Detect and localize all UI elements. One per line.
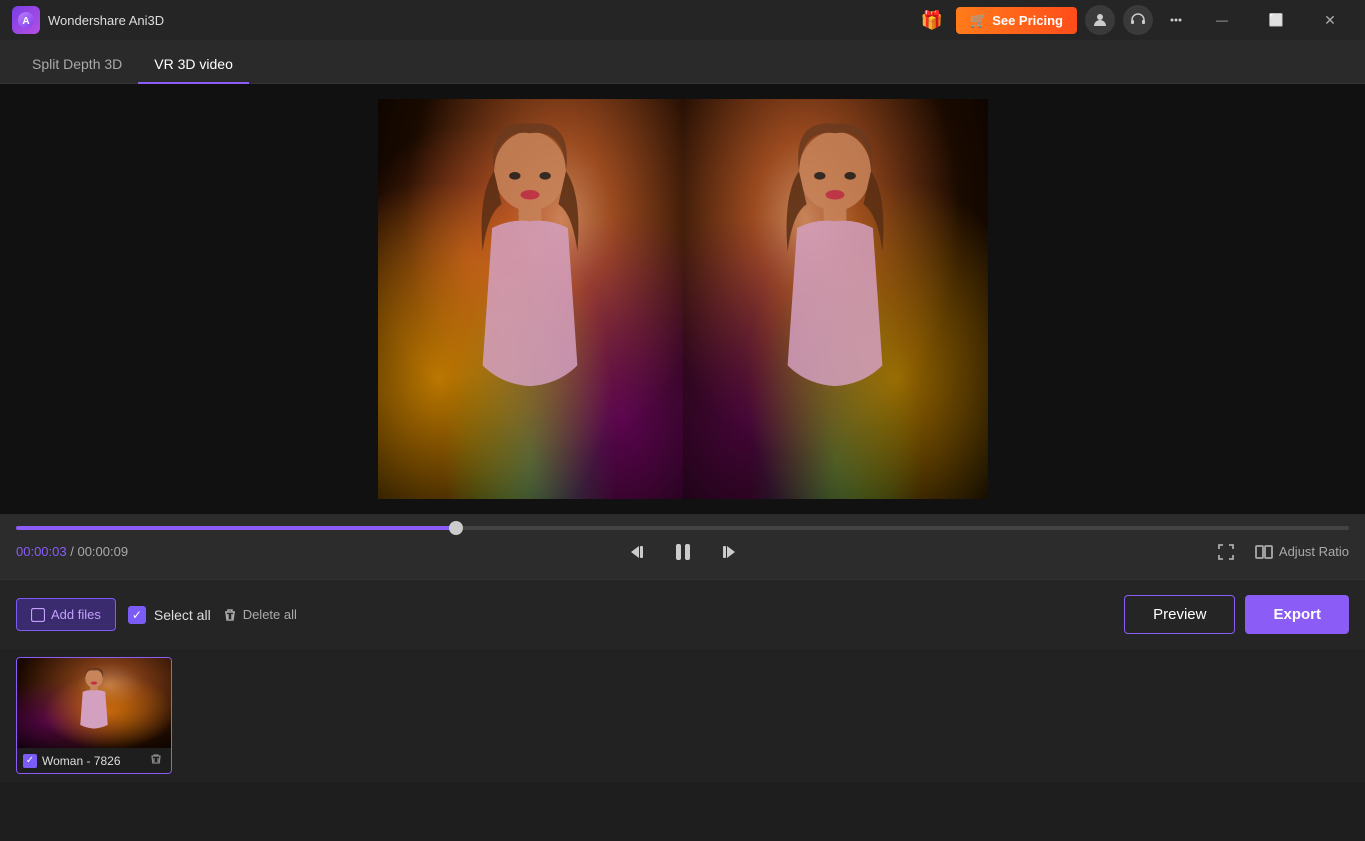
delete-all-button[interactable]: Delete all: [223, 607, 297, 622]
add-files-button[interactable]: Add files: [16, 598, 116, 631]
select-all-label: Select all: [154, 607, 211, 623]
right-controls: Adjust Ratio: [1210, 536, 1349, 568]
tab-split-depth-3d[interactable]: Split Depth 3D: [16, 46, 138, 84]
playback-controls: [623, 536, 743, 568]
video-display: [378, 84, 988, 514]
gift-icon-btn[interactable]: 🎁: [916, 4, 948, 36]
video-left-panel: [378, 99, 683, 499]
file-delete-button[interactable]: [147, 752, 165, 769]
file-name: Woman - 7826: [42, 754, 142, 768]
cart-icon: 🛒: [970, 12, 987, 29]
file-thumbnail: [17, 658, 171, 748]
tab-vr-3d-video[interactable]: VR 3D video: [138, 46, 249, 84]
right-buttons: Preview Export: [1124, 595, 1349, 634]
controls-row: 00:00:03 / 00:00:09: [16, 536, 1349, 568]
export-button[interactable]: Export: [1245, 595, 1349, 634]
select-all-checkbox[interactable]: ✓: [128, 606, 146, 624]
close-button[interactable]: ✕: [1307, 4, 1353, 36]
file-checkbox[interactable]: ✓: [23, 754, 37, 768]
preview-button[interactable]: Preview: [1124, 595, 1235, 634]
skip-forward-button[interactable]: [711, 536, 743, 568]
list-item[interactable]: ✓ Woman - 7826: [16, 657, 172, 774]
headset-icon-btn[interactable]: [1123, 5, 1153, 35]
progress-bar[interactable]: [16, 526, 1349, 530]
file-browser: ✓ Woman - 7826: [0, 649, 1365, 782]
svg-text:A: A: [22, 16, 29, 27]
title-bar: A Wondershare Ani3D 🎁 🛒 See Pricing: [0, 0, 1365, 40]
progress-fill: [16, 526, 456, 530]
app-title: Wondershare Ani3D: [48, 13, 916, 28]
file-label-row: ✓ Woman - 7826: [17, 748, 171, 773]
time-display: 00:00:03 / 00:00:09: [16, 544, 128, 559]
progress-thumb[interactable]: [449, 521, 463, 535]
title-bar-actions: 🎁 🛒 See Pricing — ⬜: [916, 4, 1353, 36]
pause-button[interactable]: [667, 536, 699, 568]
fullscreen-button[interactable]: [1210, 536, 1242, 568]
app-logo: A: [12, 6, 40, 34]
select-all-container[interactable]: ✓ Select all: [128, 606, 211, 624]
skip-back-button[interactable]: [623, 536, 655, 568]
bottom-toolbar: Add files ✓ Select all Delete all Previe…: [0, 579, 1365, 649]
see-pricing-button[interactable]: 🛒 See Pricing: [956, 7, 1077, 34]
playback-bar: 00:00:03 / 00:00:09: [0, 514, 1365, 579]
maximize-button[interactable]: ⬜: [1253, 4, 1299, 36]
video-right-panel: [683, 99, 988, 499]
preview-area: [0, 84, 1365, 514]
tabs-bar: Split Depth 3D VR 3D video: [0, 40, 1365, 84]
user-icon-btn[interactable]: [1085, 5, 1115, 35]
adjust-ratio-button[interactable]: Adjust Ratio: [1254, 542, 1349, 562]
menu-icon-btn[interactable]: [1161, 5, 1191, 35]
minimize-button[interactable]: —: [1199, 4, 1245, 36]
